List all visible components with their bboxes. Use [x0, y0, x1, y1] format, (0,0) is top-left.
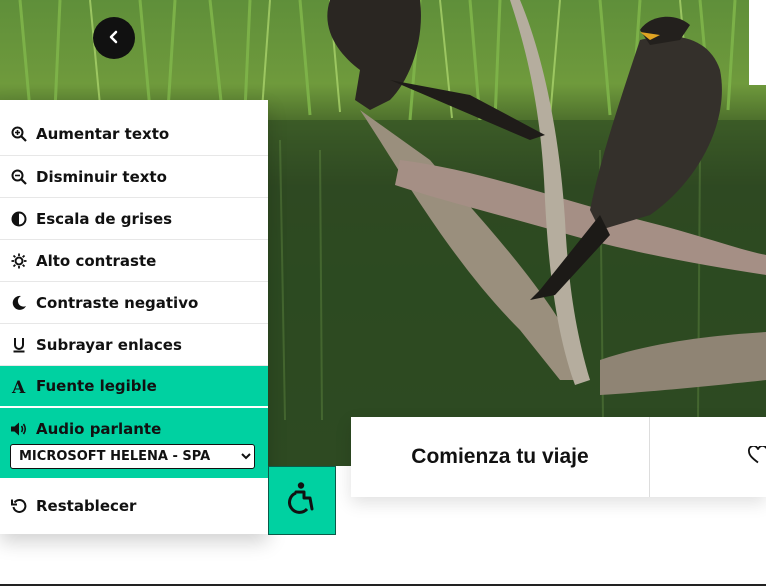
negative-contrast-label: Contraste negativo — [36, 293, 199, 312]
readable-font-label: Fuente legible — [36, 377, 157, 395]
increase-text-button[interactable]: Aumentar texto — [0, 100, 268, 156]
zoom-out-icon — [10, 168, 28, 186]
svg-text:A: A — [11, 378, 26, 394]
wheelchair-icon — [287, 481, 317, 520]
grayscale-button[interactable]: Escala de grises — [0, 198, 268, 240]
accessibility-panel: Aumentar texto Disminuir texto Escala de… — [0, 100, 268, 534]
cta-bar: Comienza tu viaje — [351, 417, 766, 497]
favorite-button[interactable] — [650, 417, 766, 497]
back-button[interactable] — [93, 17, 135, 59]
high-contrast-label: Alto contraste — [36, 251, 157, 270]
reset-icon — [10, 497, 28, 515]
grayscale-label: Escala de grises — [36, 209, 173, 228]
underline-icon — [10, 336, 28, 354]
speaker-icon — [10, 420, 28, 438]
brightness-icon — [10, 252, 28, 270]
accessibility-toggle-button[interactable] — [268, 466, 336, 535]
font-icon: A — [10, 377, 28, 395]
moon-icon — [10, 294, 28, 312]
voice-select[interactable]: MICROSOFT HELENA - SPA — [10, 444, 255, 469]
negative-contrast-button[interactable]: Contraste negativo — [0, 282, 268, 324]
start-trip-button[interactable]: Comienza tu viaje — [351, 417, 650, 497]
increase-text-label: Aumentar texto — [36, 124, 170, 143]
audio-reader-section[interactable]: Audio parlante MICROSOFT HELENA - SPA — [0, 408, 268, 478]
high-contrast-button[interactable]: Alto contraste — [0, 240, 268, 282]
decrease-text-button[interactable]: Disminuir texto — [0, 156, 268, 198]
underline-links-label: Subrayar enlaces — [36, 335, 182, 354]
reset-label: Restablecer — [36, 497, 137, 515]
decrease-text-label: Disminuir texto — [36, 167, 167, 186]
start-trip-label: Comienza tu viaje — [411, 445, 589, 468]
reset-button[interactable]: Restablecer — [0, 478, 268, 534]
underline-links-button[interactable]: Subrayar enlaces — [0, 324, 268, 366]
header-panel-edge — [749, 0, 766, 85]
audio-reader-label: Audio parlante — [36, 420, 162, 438]
readable-font-button[interactable]: A Fuente legible — [0, 366, 268, 408]
chevron-left-icon — [107, 29, 121, 48]
heart-icon — [748, 445, 766, 468]
grayscale-icon — [10, 210, 28, 228]
zoom-in-icon — [10, 125, 28, 143]
